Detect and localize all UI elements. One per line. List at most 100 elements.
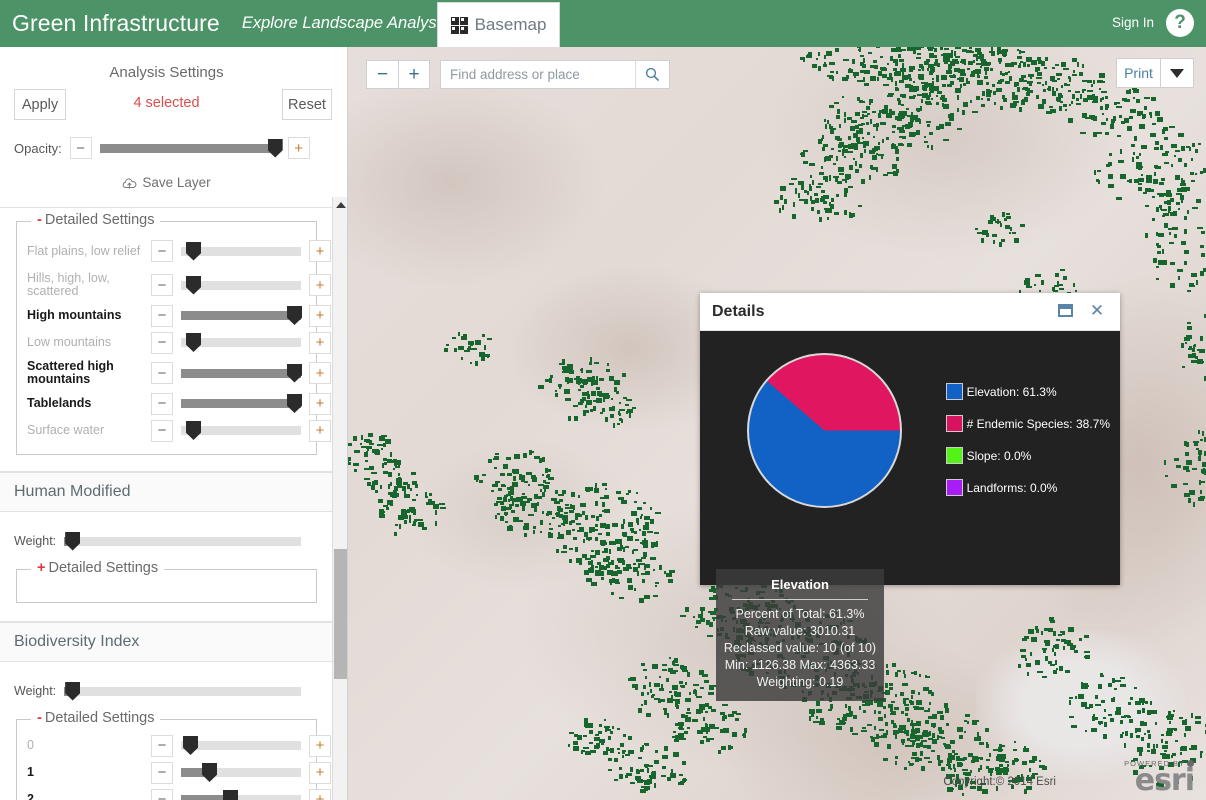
tab-basemap[interactable]: Basemap [437,2,560,47]
biodiversity-slider-knob-0[interactable] [183,736,198,755]
landform-slider-knob-1[interactable] [186,275,201,295]
landform-slider-increment-4[interactable]: + [309,362,331,384]
legend-swatch-2 [945,447,963,464]
help-icon[interactable]: ? [1166,9,1194,37]
search-box [440,60,670,89]
esri-wordmark: esri [1134,763,1195,798]
landform-slider-decrement-4[interactable]: − [151,362,173,384]
landforms-detailed-settings-toggle[interactable]: - Detailed Settings [31,212,161,228]
search-input[interactable] [441,66,635,83]
save-layer-button[interactable]: Save Layer [0,175,333,190]
landform-slider-row: High mountains − + [27,302,331,329]
human-modified-weight-knob[interactable] [65,531,81,551]
opacity-slider-knob[interactable] [267,138,283,158]
biodiversity-slider-track-0[interactable] [181,736,301,755]
search-icon[interactable] [635,61,669,88]
opacity-decrement-button[interactable]: − [69,137,92,159]
landform-slider-knob-0[interactable] [186,241,201,261]
landform-slider-increment-6[interactable]: + [309,419,331,442]
app-header: Green Infrastructure Explore Landscape A… [0,0,1206,47]
landform-slider-decrement-0[interactable]: − [151,240,173,262]
landform-slider-increment-1[interactable]: + [309,274,331,296]
details-titlebar[interactable]: Details ✕ [700,293,1120,331]
landform-slider-track-5[interactable] [181,394,302,413]
legend-label-2: Slope: 0.0% [966,448,1032,463]
tooltip-lines: Percent of Total: 61.3% Raw value: 3010.3… [722,606,878,691]
section-header-human-modified[interactable]: Human Modified [0,472,333,512]
landform-slider-increment-0[interactable]: + [309,240,331,262]
biodiversity-slider-knob-1[interactable] [202,763,217,782]
human-modified-weight-track[interactable] [64,531,302,551]
restore-window-icon[interactable] [1058,304,1073,317]
landform-slider-track-1[interactable] [181,275,301,295]
landform-slider-knob-6[interactable] [186,421,201,440]
pie-chart-legend: Elevation: 61.3% # Endemic Species: 38.7… [945,383,1110,511]
sidebar-scrollbar-thumb[interactable] [334,549,347,679]
landform-slider-increment-3[interactable]: + [309,331,331,354]
details-panel: Details ✕ Elevation: 61.3% # Endemic Spe… [700,293,1120,701]
biodiversity-detailed-settings-toggle[interactable]: - Detailed Settings [31,710,161,726]
biodiversity-slider-increment-0[interactable]: + [309,734,331,757]
zoom-out-button[interactable]: − [366,60,398,89]
biodiversity-detailed-settings-group: - Detailed Settings 0 − + 1 − + 2 − + [16,710,331,800]
landform-slider-decrement-3[interactable]: − [151,331,173,354]
landform-slider-row: Scattered high mountains − + [27,356,331,390]
landform-slider-decrement-2[interactable]: − [151,304,173,327]
landform-slider-label-5: Tablelands [27,396,92,410]
biodiversity-slider-label-0: 0 [27,738,34,752]
map-copyright: Copyright:© 2014 Esri [943,776,1056,788]
print-button[interactable]: Print [1116,58,1161,88]
landform-slider-decrement-5[interactable]: − [151,392,173,415]
zoom-in-button[interactable]: + [398,60,430,89]
opacity-slider-track[interactable] [99,138,283,158]
map-canvas[interactable]: − + Print Copyright:© 2014 Esri POWERED … [348,47,1206,800]
biodiversity-slider-decrement-2[interactable]: − [151,788,173,800]
landform-slider-track-2[interactable] [181,306,302,325]
landform-slider-knob-2[interactable] [287,306,302,325]
tooltip-line: Percent of Total: 61.3% [735,607,865,621]
legend-item: Landforms: 0.0% [945,479,1110,496]
landform-slider-track-6[interactable] [181,421,301,440]
biodiversity-weight-row: Weight: [0,676,333,706]
landform-slider-label-6: Surface water [27,423,105,437]
landform-slider-increment-5[interactable]: + [309,392,331,415]
landform-slider-decrement-6[interactable]: − [151,419,173,442]
legend-swatch-3 [945,479,963,496]
pie-chart[interactable] [747,353,902,508]
scroll-up-arrow-icon[interactable] [333,197,347,213]
app-title: Green Infrastructure [12,10,220,36]
opacity-increment-button[interactable]: + [287,137,310,159]
analysis-actions-row: Apply 4 selected Reset [0,89,333,131]
landform-slider-knob-3[interactable] [186,333,201,352]
landform-slider-increment-2[interactable]: + [309,304,331,327]
biodiversity-slider-track-2[interactable] [181,790,301,800]
biodiversity-slider-knob-2[interactable] [223,790,238,800]
section-header-biodiversity-index[interactable]: Biodiversity Index [0,622,333,662]
biodiversity-slider-increment-2[interactable]: + [309,788,331,800]
landform-slider-track-4[interactable] [181,363,302,383]
tooltip-title: Elevation [771,577,829,592]
biodiversity-slider-decrement-0[interactable]: − [151,734,173,757]
sidebar-scrollbar[interactable] [332,197,347,800]
landform-slider-decrement-1[interactable]: − [151,274,173,296]
biodiversity-slider-increment-1[interactable]: + [309,761,331,784]
reset-button[interactable]: Reset [282,89,332,120]
print-dropdown-button[interactable] [1161,58,1194,88]
sign-in-link[interactable]: Sign In [1112,15,1154,30]
landform-slider-label-2: High mountains [27,308,122,322]
human-modified-weight-row: Weight: [0,526,333,556]
details-panel-body: Elevation: 61.3% # Endemic Species: 38.7… [700,331,1120,701]
landform-slider-knob-4[interactable] [287,363,302,383]
biodiversity-slider-decrement-1[interactable]: − [151,761,173,784]
human-modified-detailed-settings-toggle[interactable]: + Detailed Settings [31,560,165,576]
landform-slider-track-0[interactable] [181,241,301,261]
human-modified-detailed-settings-group: + Detailed Settings [16,560,317,603]
tab-basemap-label: Basemap [474,15,547,34]
biodiversity-weight-track[interactable] [64,681,302,701]
landform-slider-track-3[interactable] [181,333,301,352]
close-icon[interactable]: ✕ [1088,301,1106,320]
save-layer-label: Save Layer [142,175,211,190]
landform-slider-knob-5[interactable] [287,394,302,413]
biodiversity-slider-track-1[interactable] [181,763,301,782]
biodiversity-weight-knob[interactable] [65,681,81,701]
